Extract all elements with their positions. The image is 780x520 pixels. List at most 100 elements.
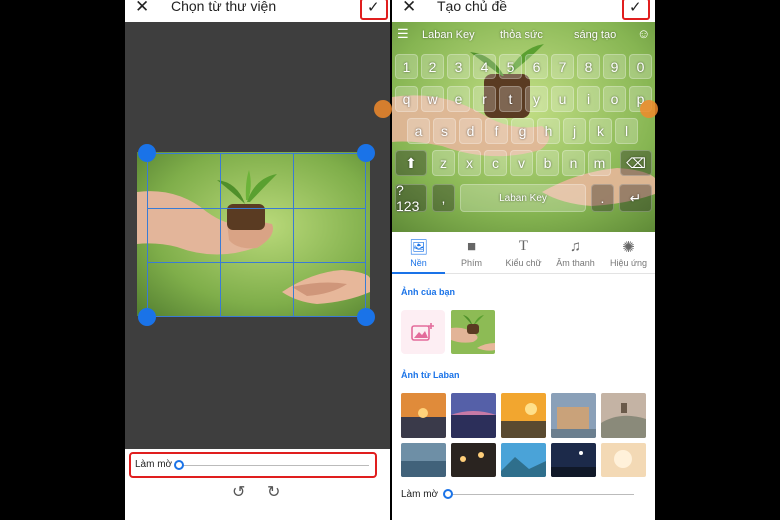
blur-slider-thumb[interactable] xyxy=(174,460,184,470)
tab-effects[interactable]: ✺ Hiệu ứng xyxy=(602,232,655,274)
key-x[interactable]: x xyxy=(458,150,481,176)
menu-icon[interactable]: ☰ xyxy=(397,26,409,42)
tab-label: Âm thanh xyxy=(556,258,595,268)
sparkle-icon: ✺ xyxy=(622,239,635,256)
key-0[interactable]: 0 xyxy=(629,54,652,79)
suggestion-item[interactable]: sáng tạo xyxy=(574,29,616,41)
key-4[interactable]: 4 xyxy=(473,54,496,79)
crop-handle-top-right[interactable] xyxy=(357,144,375,162)
user-photo-thumbnail[interactable] xyxy=(451,310,495,354)
page-title: Tạo chủ đề xyxy=(437,0,508,14)
key-w[interactable]: w xyxy=(421,86,444,112)
key-v[interactable]: v xyxy=(510,150,533,176)
crop-frame[interactable] xyxy=(147,153,366,317)
close-icon[interactable]: ✕ xyxy=(135,0,149,17)
key-2[interactable]: 2 xyxy=(421,54,444,79)
key-y[interactable]: y xyxy=(525,86,548,112)
key-5[interactable]: 5 xyxy=(499,54,522,79)
blur-slider-row: Làm mờ xyxy=(129,452,377,478)
section-title-your-photos: Ảnh của bạn xyxy=(401,287,456,297)
laban-photo-thumbnail[interactable] xyxy=(601,393,646,438)
space-key[interactable]: Laban Key xyxy=(460,184,586,212)
key-k[interactable]: k xyxy=(589,118,612,144)
key-f[interactable]: f xyxy=(485,118,508,144)
key-z[interactable]: z xyxy=(432,150,455,176)
laban-photo-thumbnail[interactable] xyxy=(551,443,596,477)
floating-badge-icon[interactable] xyxy=(640,100,658,118)
key-9[interactable]: 9 xyxy=(603,54,626,79)
key-e[interactable]: e xyxy=(447,86,470,112)
blur-label: Làm mờ xyxy=(135,459,173,470)
add-photo-button[interactable] xyxy=(401,310,445,354)
theme-editor-screen: ✕ Tạo chủ đề ✓ ☰ Laban Key thỏa sức sáng… xyxy=(392,0,655,520)
laban-photo-thumbnail[interactable] xyxy=(501,443,546,477)
key-a[interactable]: a xyxy=(407,118,430,144)
laban-photo-thumbnail[interactable] xyxy=(401,393,446,438)
crop-handle-bottom-left[interactable] xyxy=(138,308,156,326)
key-g[interactable]: g xyxy=(511,118,534,144)
key-t[interactable]: t xyxy=(499,86,522,112)
tab-sound[interactable]: ♫ Âm thanh xyxy=(549,232,602,274)
key-8[interactable]: 8 xyxy=(577,54,600,79)
confirm-button[interactable]: ✓ xyxy=(622,0,650,20)
enter-key[interactable]: ↵ xyxy=(619,184,652,212)
key-7[interactable]: 7 xyxy=(551,54,574,79)
key-c[interactable]: c xyxy=(484,150,507,176)
key-3[interactable]: 3 xyxy=(447,54,470,79)
crop-controls: Làm mờ ↺ ↻ xyxy=(125,449,390,520)
crop-handle-top-left[interactable] xyxy=(138,144,156,162)
key-6[interactable]: 6 xyxy=(525,54,548,79)
key-d[interactable]: d xyxy=(459,118,482,144)
rotate-right-icon[interactable]: ↻ xyxy=(267,482,280,502)
check-icon: ✓ xyxy=(629,0,642,16)
key-m[interactable]: m xyxy=(588,150,611,176)
rotate-left-icon[interactable]: ↺ xyxy=(232,482,245,502)
key-period[interactable]: . xyxy=(591,184,614,212)
image-icon: 🖼 xyxy=(408,239,429,256)
symbols-key[interactable]: ?123 xyxy=(395,182,427,214)
emoji-icon[interactable]: ☺ xyxy=(637,26,650,41)
tab-keys[interactable]: ■ Phím xyxy=(445,232,498,274)
laban-photo-thumbnail[interactable] xyxy=(501,393,546,438)
crop-screen: ✕ Chọn từ thư viện ✓ Làm mờ ↺ ↻ xyxy=(125,0,390,520)
blur-slider-track[interactable] xyxy=(179,465,369,466)
tab-label: Phím xyxy=(460,258,482,268)
blur-slider-thumb[interactable] xyxy=(443,489,453,499)
music-note-icon: ♫ xyxy=(569,238,582,255)
tab-label: Nền xyxy=(410,258,427,268)
key-l[interactable]: l xyxy=(615,118,638,144)
laban-photo-thumbnail[interactable] xyxy=(451,443,496,477)
blur-slider-track[interactable] xyxy=(448,494,634,495)
backspace-key[interactable]: ⌫ xyxy=(620,150,652,176)
key-j[interactable]: j xyxy=(563,118,586,144)
key-1[interactable]: 1 xyxy=(395,54,418,79)
key-b[interactable]: b xyxy=(536,150,559,176)
key-s[interactable]: s xyxy=(433,118,456,144)
key-comma[interactable]: , xyxy=(432,184,455,212)
confirm-button[interactable]: ✓ xyxy=(360,0,388,20)
laban-photo-thumbnail[interactable] xyxy=(601,443,646,477)
suggestion-item[interactable]: thỏa sức xyxy=(500,29,543,41)
crop-canvas xyxy=(125,22,390,449)
laban-photo-thumbnail[interactable] xyxy=(551,393,596,438)
comparison-stage: ✕ Chọn từ thư viện ✓ Làm mờ ↺ ↻ ✕ Tạo ch… xyxy=(0,0,780,520)
add-image-icon xyxy=(411,323,434,341)
keyboard-preview: ☰ Laban Key thỏa sức sáng tạo ☺ 12345678… xyxy=(392,22,655,232)
shift-key[interactable]: ⬆ xyxy=(395,150,427,176)
close-icon[interactable]: ✕ xyxy=(402,0,416,17)
key-q[interactable]: q xyxy=(395,86,418,112)
key-n[interactable]: n xyxy=(562,150,585,176)
floating-badge-icon[interactable] xyxy=(374,100,392,118)
crop-handle-bottom-right[interactable] xyxy=(357,308,375,326)
key-o[interactable]: o xyxy=(603,86,626,112)
key-h[interactable]: h xyxy=(537,118,560,144)
laban-photo-thumbnail[interactable] xyxy=(401,443,446,477)
key-u[interactable]: u xyxy=(551,86,574,112)
laban-photo-thumbnail[interactable] xyxy=(451,393,496,438)
suggestion-item[interactable]: Laban Key xyxy=(422,29,475,41)
key-i[interactable]: i xyxy=(577,86,600,112)
tab-font[interactable]: T Kiểu chữ xyxy=(497,232,550,274)
suggestion-bar: ☰ Laban Key thỏa sức sáng tạo ☺ xyxy=(392,22,655,48)
tab-background[interactable]: 🖼 Nền xyxy=(392,232,445,274)
key-r[interactable]: r xyxy=(473,86,496,112)
